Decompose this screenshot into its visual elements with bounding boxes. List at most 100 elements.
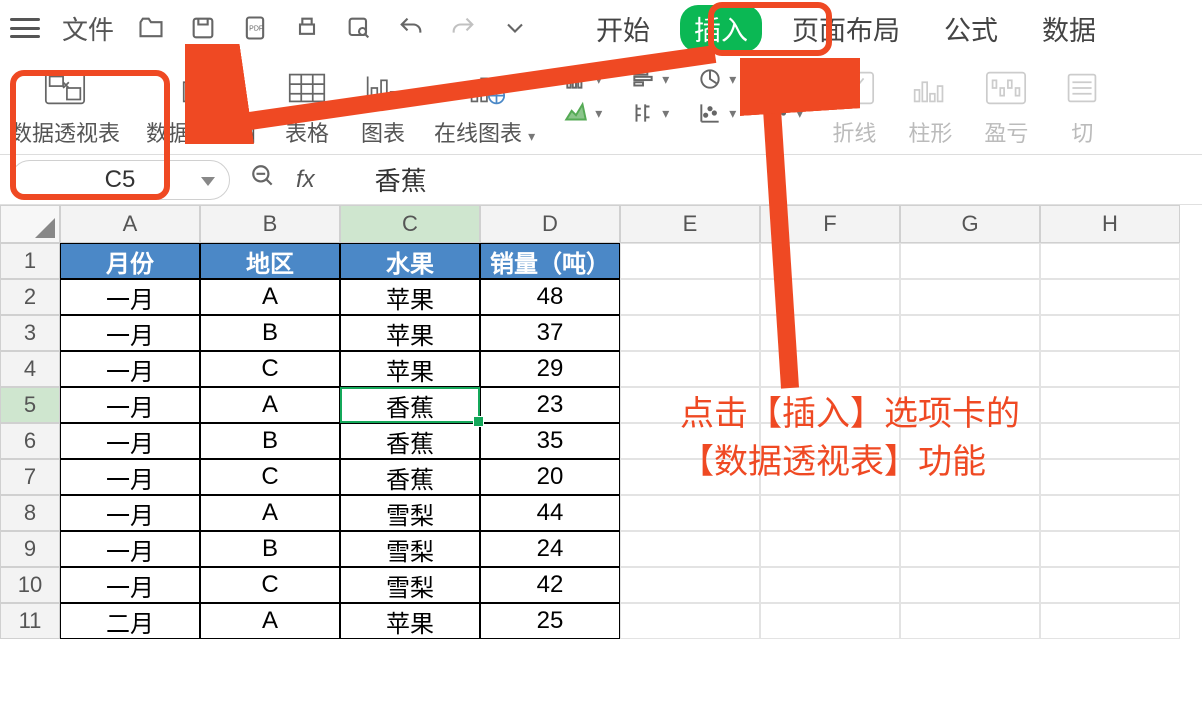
cell-H1[interactable] xyxy=(1040,243,1180,279)
scatter-chart-btn[interactable]: ▾ xyxy=(695,100,736,126)
slicer-button[interactable]: 切 xyxy=(1057,66,1107,148)
cell-C9[interactable]: 雪梨 xyxy=(340,531,480,567)
cell-G11[interactable] xyxy=(900,603,1040,639)
cell-H2[interactable] xyxy=(1040,279,1180,315)
cell-G1[interactable] xyxy=(900,243,1040,279)
col-header-B[interactable]: B xyxy=(200,205,340,243)
cell-E11[interactable] xyxy=(620,603,760,639)
cell-E3[interactable] xyxy=(620,315,760,351)
pivot-table-button[interactable]: 数据透视表 xyxy=(10,66,120,148)
cell-D6[interactable]: 35 xyxy=(480,423,620,459)
row-header-4[interactable]: 4 xyxy=(0,351,60,387)
cell-A8[interactable]: 一月 xyxy=(60,495,200,531)
cell-C1[interactable]: 水果 xyxy=(340,243,480,279)
cell-A5[interactable]: 一月 xyxy=(60,387,200,423)
col-header-H[interactable]: H xyxy=(1040,205,1180,243)
cell-A1[interactable]: 月份 xyxy=(60,243,200,279)
cell-C10[interactable]: 雪梨 xyxy=(340,567,480,603)
cell-B10[interactable]: C xyxy=(200,567,340,603)
cell-G4[interactable] xyxy=(900,351,1040,387)
cell-B1[interactable]: 地区 xyxy=(200,243,340,279)
cell-G3[interactable] xyxy=(900,315,1040,351)
cell-C7[interactable]: 香蕉 xyxy=(340,459,480,495)
col-header-G[interactable]: G xyxy=(900,205,1040,243)
table-button[interactable]: 表格 xyxy=(282,66,332,148)
bar-chart-btn[interactable]: ▾ xyxy=(628,66,669,92)
more-dropdown-icon[interactable] xyxy=(500,13,530,43)
area-chart-btn[interactable]: ▾ xyxy=(561,100,602,126)
col-header-A[interactable]: A xyxy=(60,205,200,243)
row-header-10[interactable]: 10 xyxy=(0,567,60,603)
cell-E2[interactable] xyxy=(620,279,760,315)
cell-B11[interactable]: A xyxy=(200,603,340,639)
cell-A2[interactable]: 一月 xyxy=(60,279,200,315)
cell-H6[interactable] xyxy=(1040,423,1180,459)
open-icon[interactable] xyxy=(136,13,166,43)
cell-H3[interactable] xyxy=(1040,315,1180,351)
tab-home[interactable]: 开始 xyxy=(582,5,664,52)
cell-H11[interactable] xyxy=(1040,603,1180,639)
cell-B6[interactable]: B xyxy=(200,423,340,459)
cell-F1[interactable] xyxy=(760,243,900,279)
cell-E9[interactable] xyxy=(620,531,760,567)
cell-F2[interactable] xyxy=(760,279,900,315)
redo-icon[interactable] xyxy=(448,13,478,43)
pdf-icon[interactable]: PDF xyxy=(240,13,270,43)
cell-B5[interactable]: A xyxy=(200,387,340,423)
cell-C11[interactable]: 苹果 xyxy=(340,603,480,639)
cell-C2[interactable]: 苹果 xyxy=(340,279,480,315)
cell-F10[interactable] xyxy=(760,567,900,603)
cell-H5[interactable] xyxy=(1040,387,1180,423)
more-charts-btn[interactable]: ▾ xyxy=(762,100,803,126)
cell-A9[interactable]: 一月 xyxy=(60,531,200,567)
cell-C4[interactable]: 苹果 xyxy=(340,351,480,387)
row-header-9[interactable]: 9 xyxy=(0,531,60,567)
cell-A4[interactable]: 一月 xyxy=(60,351,200,387)
row-header-5[interactable]: 5 xyxy=(0,387,60,423)
cell-D1[interactable]: 销量（吨） xyxy=(480,243,620,279)
formula-input[interactable]: 香蕉 xyxy=(335,161,1192,198)
cell-F3[interactable] xyxy=(760,315,900,351)
stock-chart-btn[interactable]: ▾ xyxy=(628,100,669,126)
pivot-chart-button[interactable]: 数据透视图 xyxy=(146,66,256,148)
cell-H4[interactable] xyxy=(1040,351,1180,387)
row-header-7[interactable]: 7 xyxy=(0,459,60,495)
preview-icon[interactable] xyxy=(344,13,374,43)
sparkline-col-button[interactable]: 柱形 xyxy=(905,66,955,148)
zoom-out-icon[interactable] xyxy=(250,163,276,196)
cell-A11[interactable]: 二月 xyxy=(60,603,200,639)
cell-D10[interactable]: 42 xyxy=(480,567,620,603)
cell-A10[interactable]: 一月 xyxy=(60,567,200,603)
cell-C6[interactable]: 香蕉 xyxy=(340,423,480,459)
print-icon[interactable] xyxy=(292,13,322,43)
cell-G9[interactable] xyxy=(900,531,1040,567)
cell-C3[interactable]: 苹果 xyxy=(340,315,480,351)
col-chart-btn[interactable]: ▾ xyxy=(561,66,602,92)
row-header-8[interactable]: 8 xyxy=(0,495,60,531)
cell-B2[interactable]: A xyxy=(200,279,340,315)
col-header-F[interactable]: F xyxy=(760,205,900,243)
cell-B9[interactable]: B xyxy=(200,531,340,567)
pie-chart-btn[interactable]: ▾ xyxy=(695,66,736,92)
row-header-11[interactable]: 11 xyxy=(0,603,60,639)
row-header-3[interactable]: 3 xyxy=(0,315,60,351)
cell-G2[interactable] xyxy=(900,279,1040,315)
file-menu[interactable]: 文件 xyxy=(62,10,114,47)
chart-button[interactable]: 图表 xyxy=(358,66,408,148)
online-chart-button[interactable]: 在线图表 ▾ xyxy=(434,66,535,148)
cell-B7[interactable]: C xyxy=(200,459,340,495)
cell-H8[interactable] xyxy=(1040,495,1180,531)
cell-H9[interactable] xyxy=(1040,531,1180,567)
cell-G8[interactable] xyxy=(900,495,1040,531)
cell-D7[interactable]: 20 xyxy=(480,459,620,495)
fx-label[interactable]: fx xyxy=(296,166,315,194)
cell-E1[interactable] xyxy=(620,243,760,279)
cell-C5[interactable]: 香蕉 xyxy=(340,387,480,423)
select-all-corner[interactable] xyxy=(0,205,60,243)
name-box[interactable]: C5 xyxy=(10,160,230,200)
cell-F11[interactable] xyxy=(760,603,900,639)
cell-A7[interactable]: 一月 xyxy=(60,459,200,495)
save-icon[interactable] xyxy=(188,13,218,43)
undo-icon[interactable] xyxy=(396,13,426,43)
row-header-6[interactable]: 6 xyxy=(0,423,60,459)
